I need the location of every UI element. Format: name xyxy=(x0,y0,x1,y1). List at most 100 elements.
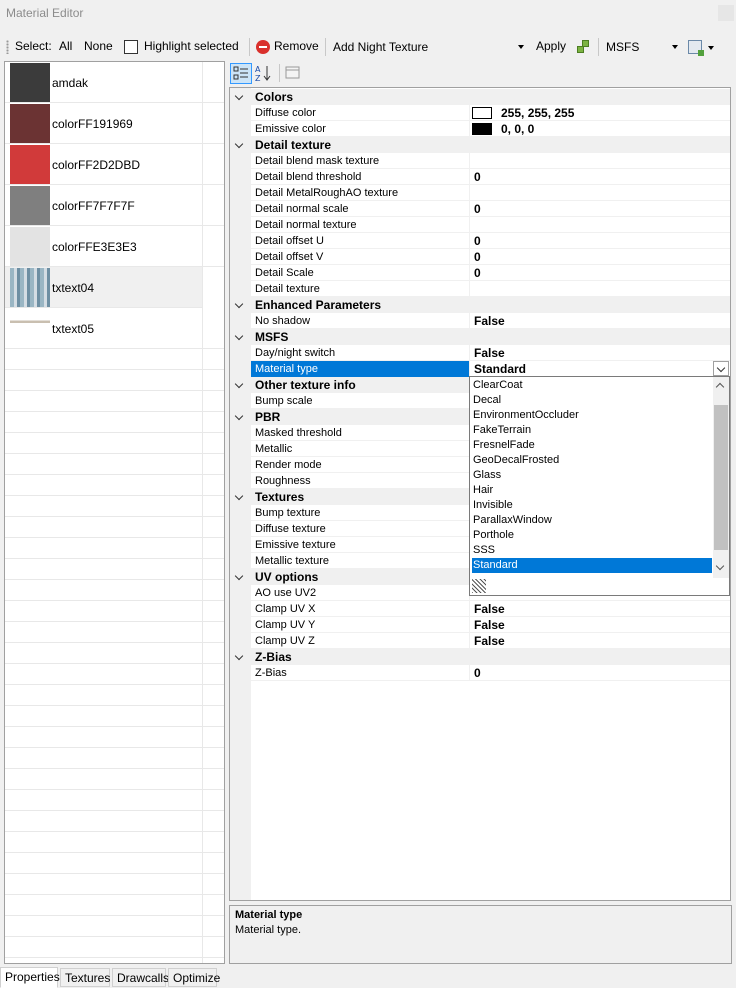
property-row[interactable]: Detail blend threshold 0 xyxy=(251,169,730,185)
list-item[interactable]: txtext05 xyxy=(5,308,224,349)
material-list[interactable]: amdak colorFF191969 colorFF2D2DBD colorFF7F… xyxy=(4,61,225,964)
chevron-down-icon[interactable] xyxy=(708,46,714,50)
collapse-icon[interactable] xyxy=(236,92,244,100)
list-item[interactable]: txtext04 xyxy=(5,267,202,308)
property-row[interactable]: No shadow False xyxy=(251,313,730,329)
category-row[interactable]: Colors xyxy=(230,89,730,105)
category-row[interactable]: MSFS xyxy=(230,329,730,345)
property-row[interactable]: Detail normal texture xyxy=(251,217,730,233)
property-value[interactable]: 255, 255, 255 xyxy=(501,106,574,120)
property-row[interactable]: Z-Bias 0 xyxy=(251,665,730,681)
scroll-down-icon[interactable] xyxy=(715,561,725,571)
tab-optimize[interactable]: Optimize xyxy=(168,968,220,987)
property-value[interactable]: False xyxy=(474,618,505,632)
property-value[interactable]: 0, 0, 0 xyxy=(501,122,534,136)
column-divider xyxy=(469,233,470,249)
alphabetical-sort-icon[interactable]: AZ xyxy=(253,63,275,84)
dropdown-option[interactable]: Standard xyxy=(472,558,712,573)
select-none-button[interactable]: None xyxy=(84,39,113,53)
property-pages-icon[interactable] xyxy=(283,63,305,84)
category-row[interactable]: Z-Bias xyxy=(230,649,730,665)
material-name: colorFF191969 xyxy=(52,117,133,131)
property-row[interactable]: Detail MetalRoughAO texture xyxy=(251,185,730,201)
dropdown-option[interactable]: Glass xyxy=(472,468,712,483)
remove-button[interactable]: Remove xyxy=(274,39,319,53)
collapse-icon[interactable] xyxy=(236,332,244,340)
property-row[interactable]: Detail blend mask texture xyxy=(251,153,730,169)
dropdown-option[interactable]: SSS xyxy=(472,543,712,558)
property-row[interactable]: Diffuse color 255, 255, 255 xyxy=(251,105,730,121)
chevron-down-icon[interactable] xyxy=(713,361,729,376)
property-value[interactable]: 0 xyxy=(474,266,481,280)
list-item[interactable]: colorFF191969 xyxy=(5,103,224,144)
scroll-up-icon[interactable] xyxy=(715,382,725,392)
property-row[interactable]: Detail offset U 0 xyxy=(251,233,730,249)
category-row[interactable]: Enhanced Parameters xyxy=(230,297,730,313)
property-value[interactable]: 0 xyxy=(474,250,481,264)
collapse-icon[interactable] xyxy=(236,572,244,580)
dropdown-option[interactable]: FresnelFade xyxy=(472,438,712,453)
tab-properties[interactable]: Properties xyxy=(0,967,60,988)
collapse-icon[interactable] xyxy=(236,300,244,308)
list-item[interactable]: colorFF7F7F7F xyxy=(5,185,224,226)
remove-icon[interactable] xyxy=(256,40,270,54)
property-value[interactable]: False xyxy=(474,602,505,616)
property-value[interactable]: 0 xyxy=(474,202,481,216)
collapse-icon[interactable] xyxy=(236,380,244,388)
toolbar-separator xyxy=(249,38,250,56)
highlight-selected-label[interactable]: Highlight selected xyxy=(144,39,239,53)
property-row[interactable]: Clamp UV Z False xyxy=(251,633,730,649)
category-row[interactable]: Detail texture xyxy=(230,137,730,153)
dropdown-option[interactable]: Decal xyxy=(472,393,712,408)
property-value[interactable]: 0 xyxy=(474,170,481,184)
property-row[interactable]: Clamp UV Y False xyxy=(251,617,730,633)
dropdown-option[interactable]: Porthole xyxy=(472,528,712,543)
resize-grip-icon[interactable] xyxy=(472,579,486,593)
property-value[interactable]: False xyxy=(474,346,505,360)
material-type-dropdown-list[interactable]: ClearCoat Decal EnvironmentOccluder FakeTer… xyxy=(469,376,730,596)
collapse-icon[interactable] xyxy=(236,652,244,660)
dropdown-option[interactable]: ParallaxWindow xyxy=(472,513,712,528)
list-item[interactable]: amdak xyxy=(5,62,224,103)
collapse-icon[interactable] xyxy=(236,140,244,148)
toolbar-grip-icon[interactable] xyxy=(6,40,9,54)
tab-textures[interactable]: Textures xyxy=(60,968,110,987)
property-row[interactable]: Detail texture xyxy=(251,281,730,297)
property-row[interactable]: Detail normal scale 0 xyxy=(251,201,730,217)
material-name: amdak xyxy=(52,76,89,90)
property-row[interactable]: Emissive color 0, 0, 0 xyxy=(251,121,730,137)
dropdown-option[interactable]: EnvironmentOccluder xyxy=(472,408,712,423)
property-row[interactable]: Clamp UV X False xyxy=(251,601,730,617)
dropdown-option[interactable]: Hair xyxy=(472,483,712,498)
property-row[interactable]: Detail offset V 0 xyxy=(251,249,730,265)
dropdown-scrollbar[interactable] xyxy=(713,377,729,578)
property-row[interactable]: Detail Scale 0 xyxy=(251,265,730,281)
export-icon[interactable] xyxy=(688,40,704,56)
scrollbar-thumb[interactable] xyxy=(714,405,728,550)
property-value[interactable]: 0 xyxy=(474,234,481,248)
dropdown-option[interactable]: ClearCoat xyxy=(472,378,712,393)
property-value[interactable]: Standard xyxy=(474,362,526,376)
close-icon[interactable] xyxy=(718,5,734,21)
property-value[interactable]: 0 xyxy=(474,666,481,680)
dropdown-option[interactable]: Invisible xyxy=(472,498,712,513)
dropdown-option[interactable]: GeoDecalFrosted xyxy=(472,453,712,468)
platform-dropdown[interactable]: MSFS xyxy=(602,37,682,57)
property-row[interactable]: Material type Standard xyxy=(251,361,730,377)
categorized-view-icon[interactable] xyxy=(230,63,252,84)
select-all-button[interactable]: All xyxy=(59,39,72,53)
dropdown-option[interactable]: FakeTerrain xyxy=(472,423,712,438)
property-row[interactable]: Day/night switch False xyxy=(251,345,730,361)
collapse-icon[interactable] xyxy=(236,492,244,500)
tab-drawcalls[interactable]: Drawcalls xyxy=(112,968,169,987)
property-value[interactable]: False xyxy=(474,314,505,328)
property-value[interactable]: False xyxy=(474,634,505,648)
apply-button[interactable]: Apply xyxy=(536,39,566,53)
night-texture-dropdown[interactable]: Add Night Texture xyxy=(329,37,528,57)
collapse-icon[interactable] xyxy=(236,412,244,420)
highlight-selected-checkbox[interactable] xyxy=(124,40,138,54)
list-item[interactable]: colorFFE3E3E3 xyxy=(5,226,224,267)
list-item[interactable]: colorFF2D2DBD xyxy=(5,144,224,185)
apply-icon[interactable] xyxy=(577,40,591,54)
property-name: Detail normal texture xyxy=(255,219,357,231)
